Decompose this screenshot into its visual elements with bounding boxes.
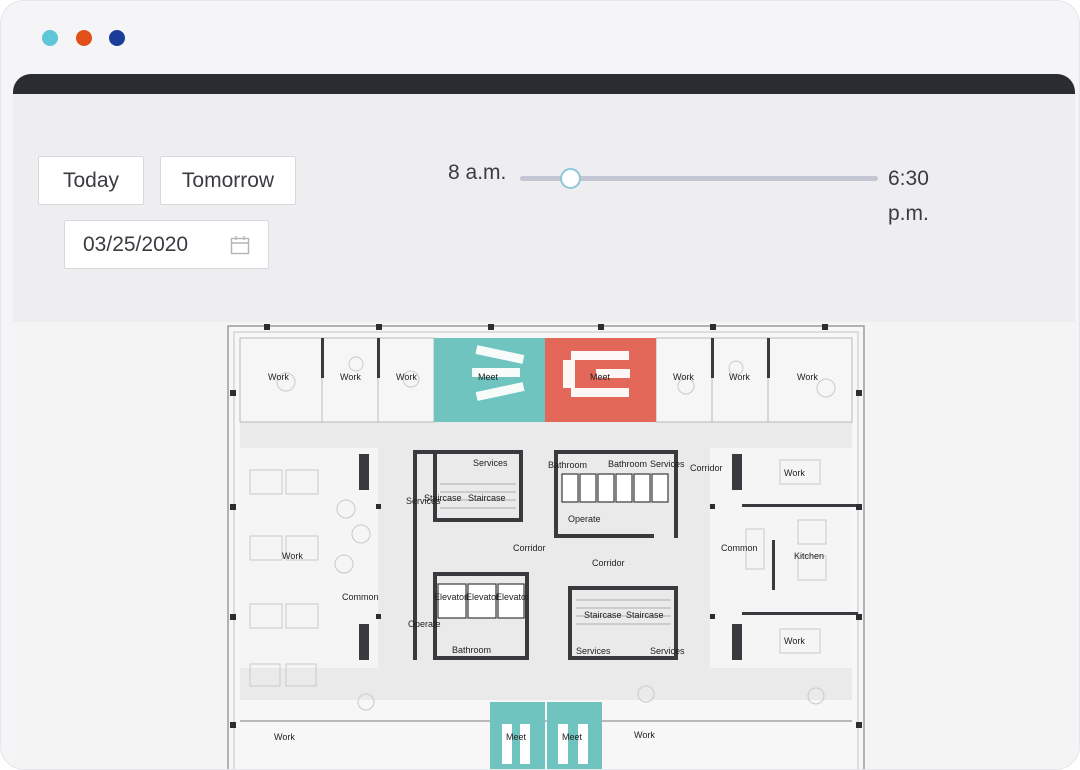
floor-plan-area: Work Work Work Meet Meet Work Work Work … [13, 322, 1075, 769]
time-end-label: 6:30 p.m. [888, 167, 929, 225]
date-value: 03/25/2020 [83, 232, 189, 256]
calendar-icon[interactable] [230, 235, 250, 255]
app-content: Today Tomorrow 03/25/2020 8 a.m. 6:30 p.… [13, 74, 1075, 769]
room-label-work: Work [784, 468, 805, 478]
room-label-elevator: Elevator [434, 592, 467, 602]
room-label-elevator: Elevator [496, 592, 529, 602]
room-label-work: Work [729, 372, 750, 382]
booking-controls: Today Tomorrow 03/25/2020 8 a.m. 6:30 p.… [13, 94, 1075, 322]
room-label-staircase: Staircase [584, 610, 622, 620]
room-label-bathroom: Bathroom [548, 460, 587, 470]
top-bar [13, 74, 1075, 94]
room-label-corridor: Corridor [592, 558, 625, 568]
time-start-label: 8 a.m. [448, 161, 507, 184]
room-label-work: Work [797, 372, 818, 382]
room-label-operate: Operate [568, 514, 601, 524]
room-label-work: Work [282, 551, 303, 561]
window-dot-orange[interactable] [76, 30, 92, 46]
room-label-meet: Meet [590, 372, 611, 382]
date-input[interactable]: 03/25/2020 [64, 220, 269, 269]
window-dot-teal[interactable] [42, 30, 58, 46]
room-label-meet: Meet [506, 732, 527, 742]
room-label-services: Services [473, 458, 508, 468]
room-label-work: Work [396, 372, 417, 382]
today-button[interactable]: Today [38, 156, 144, 205]
room-label-bathroom: Bathroom [452, 645, 491, 655]
room-label-corridor: Corridor [690, 463, 723, 473]
room-label-work: Work [634, 730, 655, 740]
room-label-work: Work [784, 636, 805, 646]
room-label-work: Work [340, 372, 361, 382]
room-label-common: Common [721, 543, 758, 553]
room-label-meet: Meet [478, 372, 499, 382]
tomorrow-button[interactable]: Tomorrow [160, 156, 296, 205]
room-label-staircase: Staircase [468, 493, 506, 503]
room-label-staircase: Staircase [424, 493, 462, 503]
floor-plan: Work Work Work Meet Meet Work Work Work … [226, 324, 866, 769]
room-label-services: Services [576, 646, 611, 656]
room-label-corridor: Corridor [513, 543, 546, 553]
room-label-bathroom: Bathroom [608, 459, 647, 469]
room-label-elevator: Elevator [466, 592, 499, 602]
room-label-work: Work [268, 372, 289, 382]
room-label-kitchen: Kitchen [794, 551, 824, 561]
room-label-work: Work [673, 372, 694, 382]
window-dot-blue[interactable] [109, 30, 125, 46]
app-window: Today Tomorrow 03/25/2020 8 a.m. 6:30 p.… [0, 0, 1080, 770]
room-label-common: Common [342, 592, 379, 602]
room-label-work: Work [274, 732, 295, 742]
room-label-meet: Meet [562, 732, 583, 742]
room-label-services: Services [650, 646, 685, 656]
room-label-staircase: Staircase [626, 610, 664, 620]
room-label-operate: Operate [408, 619, 441, 629]
time-slider-thumb[interactable] [559, 168, 581, 189]
room-label-services: Services [650, 459, 685, 469]
